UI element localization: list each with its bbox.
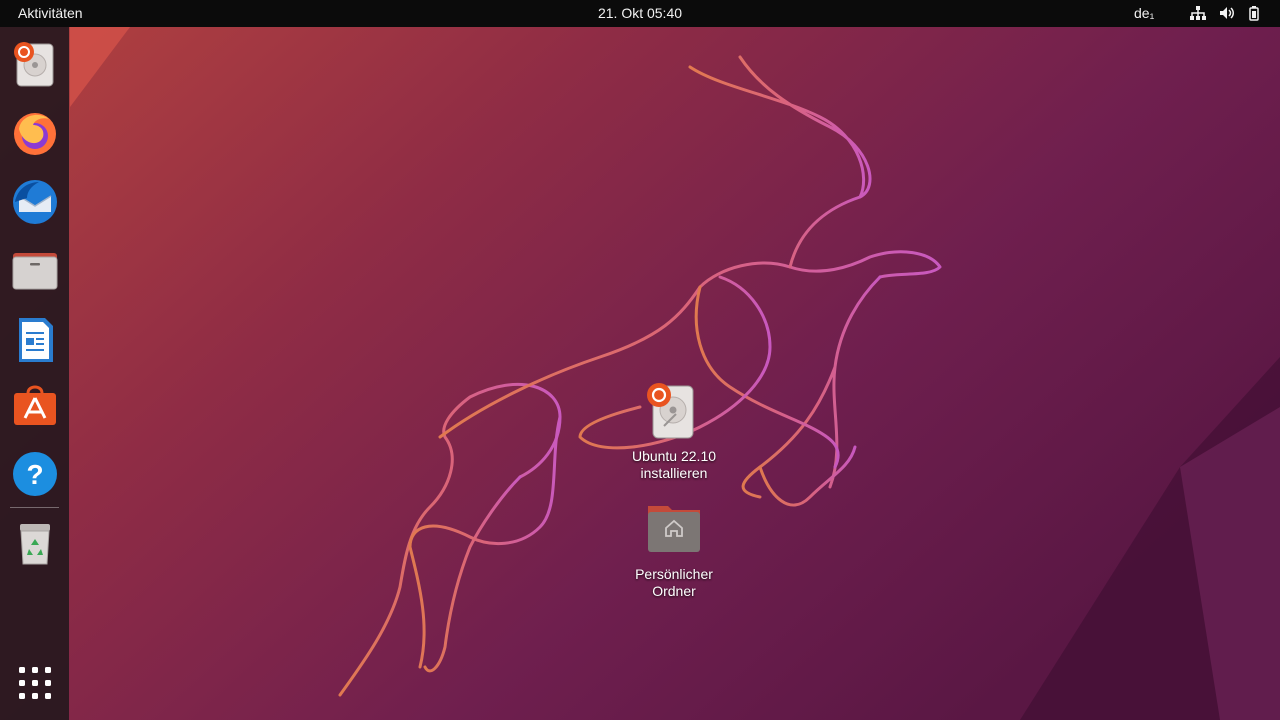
dock-ubuntu-installer[interactable]: [9, 38, 61, 90]
software-icon: [14, 385, 56, 425]
desktop-icon-label: Ubuntu 22.10 installieren: [631, 448, 717, 481]
dock-libreoffice-writer[interactable]: [9, 314, 61, 366]
desktop-icon-label: Persönlicher Ordner: [635, 566, 713, 599]
writer-icon: [19, 318, 53, 362]
thunderbird-icon: [13, 180, 57, 224]
show-applications-button[interactable]: [9, 657, 61, 709]
keyboard-layout-indicator[interactable]: de₁: [1134, 5, 1154, 21]
trash-icon: [20, 524, 50, 565]
top-bar: Aktivitäten 21. Okt 05:40 de₁: [0, 0, 1280, 27]
dock: ?: [0, 27, 69, 720]
battery-icon[interactable]: [1245, 5, 1263, 21]
clock-button[interactable]: 21. Okt 05:40: [598, 5, 682, 21]
ubuntu-installer-icon: [14, 42, 54, 87]
dock-separator: [10, 507, 59, 508]
app-grid-icon: [19, 667, 51, 699]
dock-help[interactable]: ?: [9, 448, 61, 500]
dock-thunderbird[interactable]: [9, 176, 61, 228]
clock-container: 21. Okt 05:40: [0, 5, 1280, 21]
ubuntu-installer-icon: [647, 383, 694, 439]
network-icon[interactable]: [1189, 5, 1207, 21]
firefox-icon: [14, 113, 56, 155]
home-folder-icon: [648, 506, 700, 552]
svg-text:?: ?: [26, 459, 43, 490]
desktop-wallpaper: [0, 27, 1280, 720]
dock-firefox[interactable]: [9, 107, 61, 159]
volume-icon[interactable]: [1218, 5, 1236, 21]
desktop-icon-ubuntu-installer[interactable]: Ubuntu 22.10 installieren: [614, 380, 734, 482]
help-icon: ?: [13, 452, 57, 496]
files-icon: [12, 253, 58, 290]
dock-files[interactable]: [9, 245, 61, 297]
desktop-icon-home-folder[interactable]: Persönlicher Ordner: [614, 498, 734, 600]
dock-ubuntu-software[interactable]: [9, 379, 61, 431]
activities-button[interactable]: Aktivitäten: [18, 5, 83, 21]
dock-trash[interactable]: [9, 518, 61, 570]
